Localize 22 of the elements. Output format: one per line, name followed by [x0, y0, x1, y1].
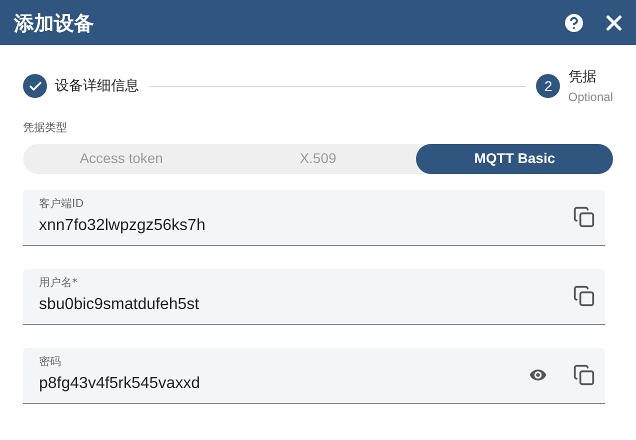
input-field[interactable]: 密码 p8fg43v4f5rk545vaxxd: [23, 348, 605, 404]
input-field[interactable]: 用户名* sbu0bic9smatdufeh5st: [23, 268, 605, 324]
toggle-option[interactable]: MQTT Basic: [416, 144, 614, 174]
copy-button[interactable]: [573, 364, 595, 386]
copy-icon: [573, 285, 595, 307]
field-value: xnn7fo32lwpzgz56ks7h: [39, 216, 206, 236]
field-label: 密码: [39, 354, 61, 370]
dialog-title: 添加设备: [14, 10, 94, 36]
step-label: 凭据: [568, 68, 598, 86]
field-value: sbu0bic9smatdufeh5st: [39, 295, 200, 316]
copy-button[interactable]: [573, 285, 595, 307]
input-field[interactable]: 客户端ID xnn7fo32lwpzgz56ks7h: [23, 190, 605, 246]
field-value: p8fg43v4f5rk545vaxxd: [39, 374, 200, 394]
credential-type-label: 凭据类型: [23, 120, 67, 136]
copy-icon: [573, 364, 595, 386]
step-optional-note: Optional: [568, 88, 613, 106]
step-number: 2: [544, 76, 552, 96]
field-label: 客户端ID: [39, 196, 84, 212]
step-label: 设备详细信息: [55, 76, 139, 96]
copy-button[interactable]: [573, 206, 595, 228]
field-label: 用户名*: [39, 274, 78, 291]
copy-icon: [573, 206, 595, 228]
